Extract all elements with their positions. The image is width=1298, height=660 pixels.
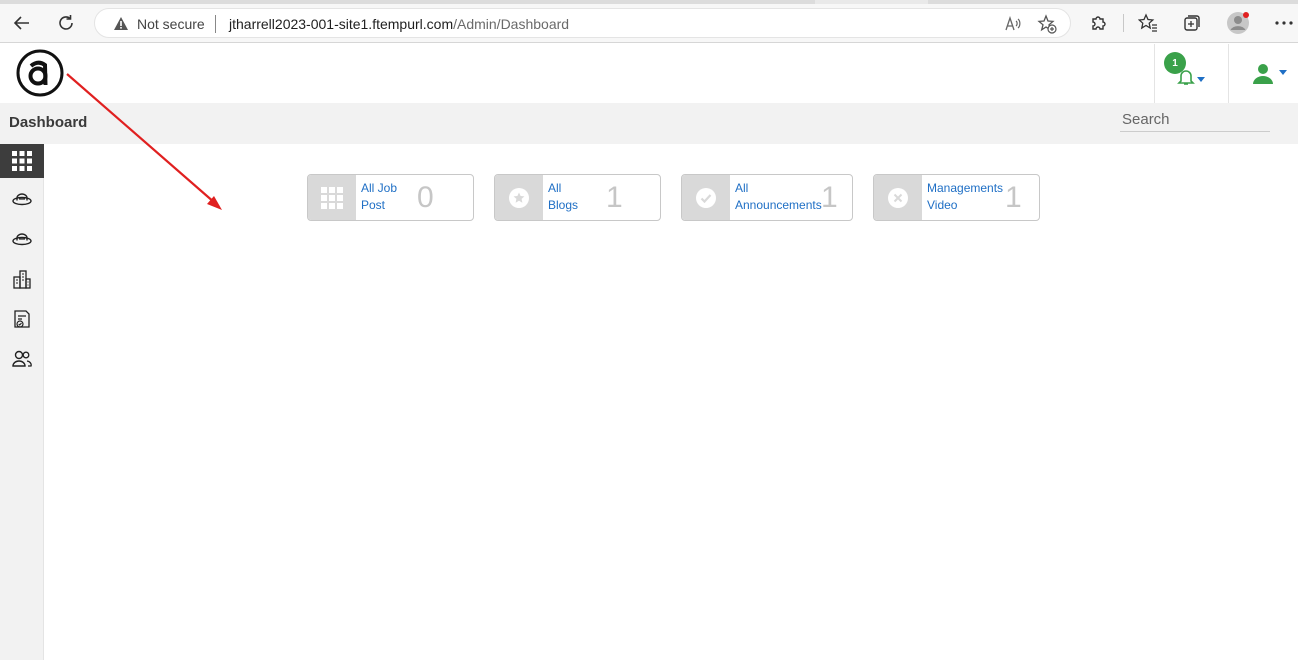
card-count: 1 xyxy=(606,181,623,214)
refresh-button[interactable] xyxy=(53,10,79,36)
star-add-icon xyxy=(1037,14,1057,34)
refresh-icon xyxy=(59,15,73,30)
url-text[interactable]: jtharrell2023-001-site1.ftempurl.com/Adm… xyxy=(229,16,569,32)
check-icon xyxy=(696,187,716,208)
card-label[interactable]: Managements Video xyxy=(927,180,1003,214)
buildings-icon xyxy=(13,270,31,289)
browser-toolbar: Not secure jtharrell2023-001-site1.ftemp… xyxy=(0,0,1298,43)
extensions-button[interactable] xyxy=(1087,11,1111,35)
users-icon xyxy=(12,350,32,367)
read-aloud-button[interactable] xyxy=(1003,14,1023,34)
sidebar xyxy=(0,144,44,660)
card-count: 1 xyxy=(821,181,838,214)
more-icon xyxy=(1275,21,1293,25)
logo[interactable] xyxy=(16,49,64,97)
search-input[interactable] xyxy=(1120,107,1270,132)
grid-icon xyxy=(12,151,32,171)
card-icon-container xyxy=(308,175,356,220)
bell-icon xyxy=(1177,70,1195,85)
favorites-button[interactable] xyxy=(1136,11,1160,35)
not-secure-label[interactable]: Not secure xyxy=(137,16,205,32)
title-bar: Dashboard xyxy=(0,103,1298,144)
card-icon-container xyxy=(874,175,922,220)
profile-avatar-icon xyxy=(1227,12,1249,34)
notifications-button[interactable]: 1 xyxy=(1163,52,1207,92)
tab-strip xyxy=(0,0,1298,4)
card-all-job-post[interactable]: All Job Post 0 xyxy=(307,174,474,221)
add-favorite-button[interactable] xyxy=(1037,14,1057,34)
card-icon-container xyxy=(682,175,730,220)
favorites-icon xyxy=(1138,13,1157,32)
more-menu-button[interactable] xyxy=(1272,11,1296,35)
card-label[interactable]: All Job Post xyxy=(361,180,397,214)
address-bar[interactable]: Not secure jtharrell2023-001-site1.ftemp… xyxy=(94,8,1071,38)
sidebar-item-1[interactable] xyxy=(0,182,44,216)
profile-button[interactable] xyxy=(1226,11,1250,35)
card-all-blogs[interactable]: All Blogs 1 xyxy=(494,174,661,221)
sidebar-item-4[interactable] xyxy=(0,302,44,336)
card-managements-video[interactable]: Managements Video 1 xyxy=(873,174,1040,221)
hat-icon xyxy=(12,193,32,206)
grid-icon xyxy=(321,186,343,209)
close-icon xyxy=(888,187,908,208)
url-host: jtharrell2023-001-site1.ftempurl.com xyxy=(229,16,454,32)
star-icon xyxy=(509,187,529,208)
app-header: 1 xyxy=(0,44,1298,103)
user-icon xyxy=(1253,64,1273,84)
chevron-down-icon xyxy=(1197,77,1205,82)
chevron-down-icon xyxy=(1279,70,1287,75)
card-label[interactable]: All Blogs xyxy=(548,180,578,214)
user-menu-button[interactable] xyxy=(1250,60,1290,88)
sidebar-item-2[interactable] xyxy=(0,222,44,256)
back-button[interactable] xyxy=(9,10,35,36)
arrow-left-icon xyxy=(13,16,29,30)
sidebar-item-3[interactable] xyxy=(0,262,44,296)
card-label[interactable]: All Announcements xyxy=(735,180,822,214)
card-count: 0 xyxy=(417,181,434,214)
url-path: /Admin/Dashboard xyxy=(453,16,570,32)
address-separator xyxy=(215,15,216,33)
document-check-icon xyxy=(14,310,30,328)
toolbar-separator xyxy=(1123,14,1124,32)
logo-icon xyxy=(16,49,64,97)
warning-icon xyxy=(114,17,128,30)
collections-button[interactable] xyxy=(1180,11,1204,35)
card-icon-container xyxy=(495,175,543,220)
puzzle-icon xyxy=(1092,16,1106,30)
sidebar-item-5[interactable] xyxy=(0,342,44,376)
header-divider xyxy=(1228,44,1229,103)
card-all-announcements[interactable]: All Announcements 1 xyxy=(681,174,853,221)
collections-icon xyxy=(1184,15,1200,31)
page-title: Dashboard xyxy=(9,114,88,131)
hat-icon xyxy=(12,233,32,246)
card-count: 1 xyxy=(1005,181,1022,214)
read-aloud-icon xyxy=(1005,16,1021,31)
header-divider xyxy=(1154,44,1155,103)
sidebar-item-dashboard[interactable] xyxy=(0,144,44,178)
